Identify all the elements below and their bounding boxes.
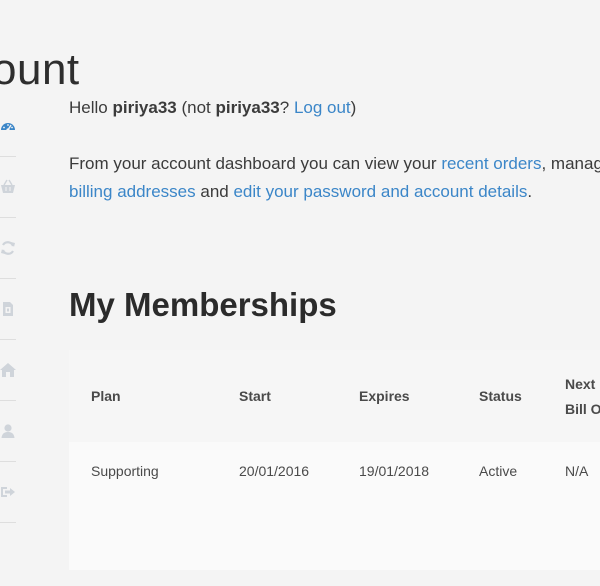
column-header-plan: Plan (91, 388, 121, 404)
column-header-status: Status (479, 388, 522, 404)
cell-start-date: 20/01/2016 (239, 463, 310, 479)
cell-status: Active (479, 463, 518, 479)
billing-addresses-link[interactable]: billing addresses (69, 182, 196, 201)
sidebar-item-dashboard[interactable] (0, 96, 16, 157)
document-icon (0, 301, 16, 317)
table-header: Plan Start Expires Status Next Bill O (69, 350, 600, 442)
dashboard-and-text: and (195, 182, 234, 201)
memberships-title: My Memberships (69, 286, 337, 323)
column-header-next-bill-line2: Bill O (565, 401, 600, 417)
sidebar-item-logout[interactable] (0, 462, 16, 523)
cell-expires-date: 19/01/2018 (359, 463, 430, 479)
dashboard-intro: From your account dashboard you can view… (69, 154, 442, 173)
greeting-not: (not (176, 98, 216, 117)
logout-link[interactable]: Log out (294, 98, 351, 117)
greeting-username-alt: piriya33 (215, 98, 280, 117)
sidebar-item-orders[interactable] (0, 157, 16, 218)
basket-icon (0, 179, 16, 195)
sidebar-item-downloads[interactable] (0, 279, 16, 340)
greeting: Hello piriya33 (not piriya33? Log out) (69, 98, 356, 118)
greeting-question: ? (279, 98, 294, 117)
column-header-next-bill-line1: Next (565, 376, 596, 392)
page-title: ount (0, 45, 80, 95)
refresh-icon (0, 240, 16, 256)
user-icon (0, 423, 16, 439)
dashboard-icon (0, 118, 16, 134)
greeting-username: piriya33 (112, 98, 177, 117)
dashboard-manage-text: , manage y (541, 154, 600, 173)
column-header-start: Start (239, 388, 271, 404)
dashboard-description: From your account dashboard you can view… (69, 150, 600, 206)
recent-orders-link[interactable]: recent orders (441, 154, 541, 173)
memberships-table: Plan Start Expires Status Next Bill O Su… (69, 350, 600, 570)
edit-account-link[interactable]: edit your password and account details (233, 182, 527, 201)
greeting-close: ) (350, 98, 357, 117)
home-icon (0, 362, 16, 378)
column-header-expires: Expires (359, 388, 410, 404)
greeting-hello: Hello (69, 98, 113, 117)
sidebar-item-subscriptions[interactable] (0, 218, 16, 279)
sidebar-item-addresses[interactable] (0, 340, 16, 401)
plan-link[interactable]: Supporting (91, 463, 159, 479)
account-navigation (0, 96, 16, 523)
sidebar-item-account-details[interactable] (0, 401, 16, 462)
cell-next-bill: N/A (565, 463, 589, 479)
dashboard-period: . (527, 182, 533, 201)
logout-icon (0, 484, 16, 500)
